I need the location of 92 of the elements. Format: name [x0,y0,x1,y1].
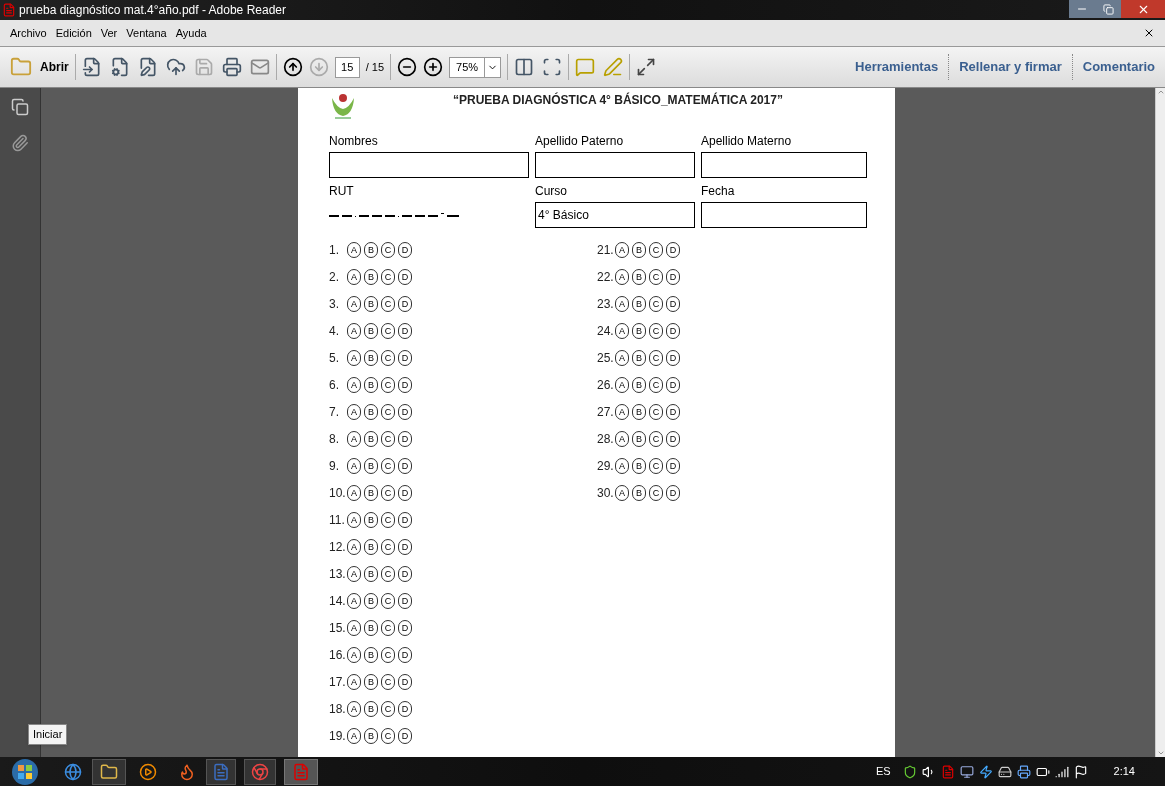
question-number: 19. [329,728,347,745]
menu-item[interactable]: Ventana [126,24,167,42]
window-title: prueba diagnóstico mat.4°año.pdf - Adobe Reader [19,2,286,19]
input-field[interactable] [701,202,867,228]
field-label: RUT [329,183,355,200]
scrollbar[interactable] [1155,88,1165,757]
tooltip: Iniciar [28,724,68,745]
cloud-upload-icon[interactable] [165,57,186,77]
clock[interactable]: 2:14 [1113,763,1135,780]
document-arrow-icon[interactable] [81,57,102,77]
question-number: 10. [329,485,347,502]
scroll-down-icon[interactable] [1156,749,1165,757]
question-number: 24. [597,323,615,340]
print-icon[interactable] [221,57,242,77]
question-number: 23. [597,296,615,313]
question-number: 30. [597,485,615,502]
question-number: 5. [329,350,340,367]
shield-icon[interactable] [902,764,917,779]
menu-item[interactable]: Ver [100,24,118,42]
browser-icon[interactable] [64,762,82,781]
close-button[interactable] [1121,0,1165,18]
question-number: 8. [329,431,340,448]
media-player-icon[interactable] [139,762,157,781]
scroll-up-icon[interactable] [1156,88,1165,96]
fit-width-icon[interactable] [514,57,535,77]
question-number: 18. [329,701,347,718]
pdf-icon[interactable] [940,764,955,779]
paperclip-icon[interactable] [11,134,29,152]
menu-item[interactable]: Ayuda [175,24,207,42]
field-label: Curso [535,183,568,200]
question-number: 4. [329,323,340,340]
lightning-icon[interactable] [978,764,993,779]
question-number: 12. [329,539,347,556]
document-gear-icon[interactable] [109,57,130,77]
question-number: 2. [329,269,340,286]
flag-icon[interactable] [1073,764,1088,779]
question-number: 27. [597,404,615,421]
open-button[interactable]: Abrir [10,56,69,78]
question-number: 25. [597,350,615,367]
input-field[interactable]: 4° Básico [535,202,695,228]
menu-item[interactable]: Archivo [10,24,47,42]
field-label: Fecha [701,183,736,200]
question-number: 11. [329,512,346,529]
question-number: 14. [329,593,347,610]
question-number: 6. [329,377,340,394]
input-field[interactable] [535,152,695,178]
question-number: 9. [329,458,340,475]
panel-tab[interactable]: Herramientas [855,57,939,77]
language-indicator[interactable]: ES [875,763,891,780]
question-number: 13. [329,566,347,583]
question-number: 7. [329,404,340,421]
question-number: 15. [329,620,347,637]
question-number: 16. [329,647,347,664]
mail-icon[interactable] [249,57,270,77]
input-field[interactable] [329,152,529,178]
pdf-icon [2,3,16,17]
start-orb-icon[interactable] [10,757,40,786]
input-field[interactable] [701,152,867,178]
question-number: 3. [329,296,340,313]
panel-tab[interactable]: Comentario [1082,57,1155,77]
folder-icon [10,56,32,78]
question-number: 29. [597,458,615,475]
fit-page-icon[interactable] [542,57,563,77]
question-number: 22. [597,269,615,286]
folder-icon[interactable] [100,762,118,781]
expand-icon[interactable] [636,57,657,77]
zoom-dropdown[interactable]: 75% [449,56,502,78]
signal-icon[interactable] [1054,764,1069,779]
question-number: 26. [597,377,615,394]
monitor-icon[interactable] [959,764,974,779]
field-label: Apellido Materno [701,133,793,150]
question-number: 28. [597,431,615,448]
close-icon[interactable] [1143,27,1155,39]
page-total: / 15 [365,59,385,75]
restore-button[interactable] [1095,0,1121,18]
zoom-out-icon[interactable] [397,57,418,77]
pages-icon[interactable] [11,98,29,116]
printer-icon[interactable] [1016,764,1031,779]
field-label: Nombres [329,133,379,150]
document-title: “PRUEBA DIAGNÓSTICA 4° BÁSICO_MATEMÁTICA 2017” [453,91,783,109]
question-number: 17. [329,674,347,691]
panel-tab[interactable]: Rellenar y firmar [959,57,1062,77]
menu-item[interactable]: Edición [55,24,92,42]
page-number-field[interactable]: 15 [334,56,360,78]
zoom-in-icon[interactable] [423,57,444,77]
drive-icon[interactable] [997,764,1012,779]
question-number: 1. [329,242,340,259]
restore-icon [1102,3,1114,15]
word-document-icon[interactable] [212,762,230,781]
question-number: 21. [597,242,615,259]
field-label: Apellido Paterno [535,133,625,150]
arrow-up-icon[interactable] [282,57,303,77]
